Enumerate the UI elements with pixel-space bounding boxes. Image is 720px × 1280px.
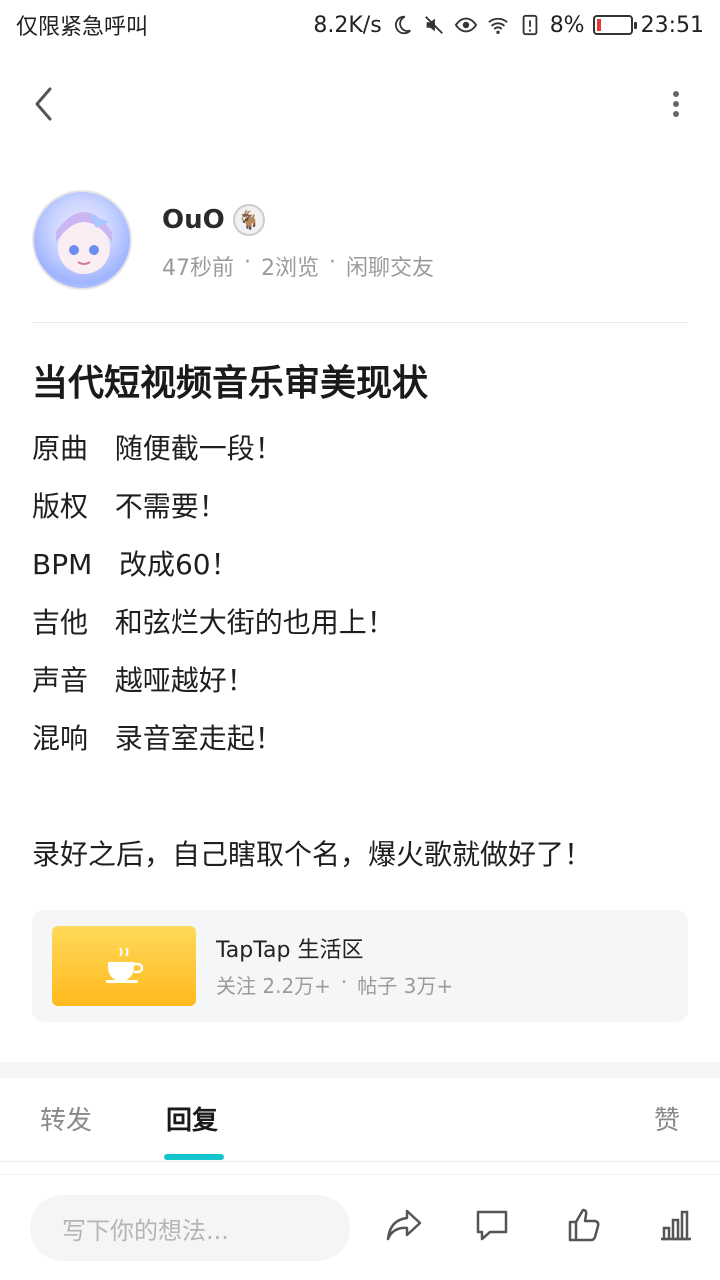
interaction-tabs: 转发 回复 赞 — [0, 1078, 720, 1162]
mute-icon — [422, 13, 446, 37]
comment-input[interactable]: 写下你的想法... — [30, 1195, 350, 1261]
chevron-left-icon — [35, 87, 52, 121]
back-button[interactable] — [22, 82, 66, 126]
post-line: BPM 改成60！ — [32, 548, 239, 581]
share-button[interactable] — [384, 1205, 424, 1245]
moon-icon — [390, 13, 414, 37]
network-speed: 8.2K/s — [313, 12, 382, 38]
post-line: 原曲 随便截一段！ — [32, 432, 283, 465]
meta-separator: · — [329, 250, 336, 275]
forum-name: TapTap 生活区 — [216, 938, 364, 963]
like-button[interactable] — [564, 1205, 604, 1245]
forum-thumbnail — [52, 926, 196, 1006]
clock: 23:51 — [640, 12, 704, 38]
active-tab-indicator — [164, 1154, 224, 1160]
divider — [32, 322, 688, 323]
comment-icon — [476, 1210, 508, 1241]
more-button[interactable] — [664, 82, 688, 126]
post-line: 吉他 和弦烂大街的也用上！ — [32, 606, 395, 639]
more-vertical-icon — [673, 91, 679, 117]
post-line: 声音 越哑越好！ — [32, 664, 255, 697]
stats-button[interactable] — [656, 1205, 696, 1245]
status-bar: 仅限紧急呼叫 8.2K/s 8% 23:51 — [0, 0, 720, 50]
carrier-text: 仅限紧急呼叫 — [16, 15, 149, 40]
wifi-icon — [486, 13, 510, 37]
post-meta: 47秒前 · 2浏览 · 闲聊交友 — [162, 250, 434, 282]
author-name[interactable]: OuO — [162, 205, 225, 235]
tab-like[interactable]: 赞 — [654, 1100, 680, 1137]
forum-posts: 帖子 3万+ — [357, 974, 454, 998]
anime-avatar-image — [56, 212, 112, 274]
bottom-action-bar: 写下你的想法... — [0, 1174, 720, 1280]
post-title: 当代短视频音乐审美现状 — [32, 363, 429, 404]
forum-card[interactable]: TapTap 生活区 关注 2.2万+ · 帖子 3万+ — [32, 910, 688, 1022]
tab-reply[interactable]: 回复 — [166, 1100, 218, 1137]
post-line: 混响 录音室走起！ — [32, 722, 283, 755]
character-badge-icon: 🐐 — [232, 204, 265, 236]
author-header: OuO 🐐 47秒前 · 2浏览 · 闲聊交友 — [32, 190, 688, 290]
eye-icon — [454, 13, 478, 37]
post-category[interactable]: 闲聊交友 — [346, 250, 434, 282]
view-count: 2浏览 — [261, 256, 319, 281]
share-icon — [386, 1209, 422, 1241]
forum-followers: 关注 2.2万+ — [216, 974, 331, 998]
coffee-cup-icon — [106, 947, 144, 983]
section-separator — [0, 1062, 720, 1078]
top-nav — [0, 64, 720, 144]
post-time: 47秒前 — [162, 256, 234, 281]
meta-separator: · — [244, 250, 251, 275]
post-closing: 录好之后，自己瞎取个名，爆火歌就做好了！ — [32, 838, 593, 871]
tab-repost[interactable]: 转发 — [40, 1100, 92, 1137]
forum-stats: 关注 2.2万+ · 帖子 3万+ — [216, 970, 453, 999]
post-body: 原曲 随便截一段！ 版权 不需要！ BPM 改成60！ 吉他 和弦烂大街的也用上… — [32, 420, 688, 884]
post-line: 版权 不需要！ — [32, 490, 227, 523]
sim-alert-icon — [518, 13, 542, 37]
bar-chart-icon — [661, 1210, 691, 1241]
battery-percent: 8% — [549, 12, 585, 38]
stats-separator: · — [340, 970, 348, 994]
avatar[interactable] — [32, 190, 132, 290]
thumbs-up-icon — [568, 1208, 600, 1242]
battery-icon — [592, 15, 637, 35]
comment-button[interactable] — [472, 1205, 512, 1245]
